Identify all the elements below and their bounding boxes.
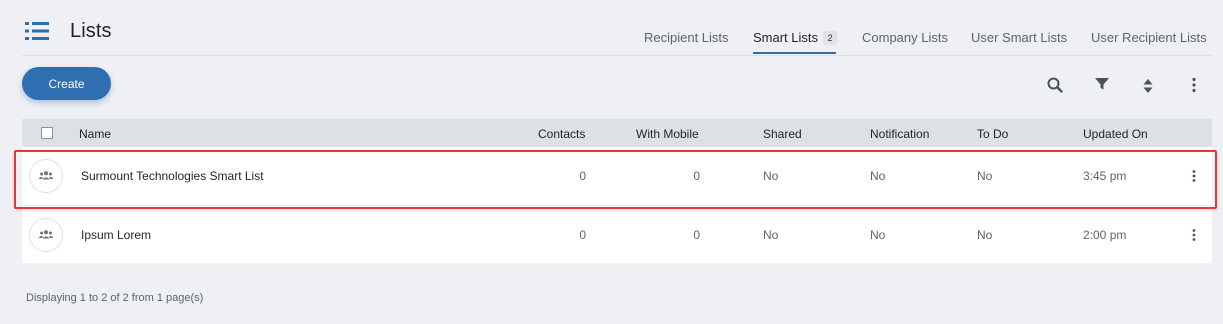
list-name[interactable]: Ipsum Lorem — [81, 228, 151, 242]
column-header-contacts[interactable]: Contacts — [538, 127, 585, 141]
tab-count-badge: 2 — [823, 31, 838, 45]
active-tab-indicator — [753, 52, 836, 54]
contacts-count: 0 — [579, 228, 586, 242]
table-row[interactable]: Surmount Technologies Smart List 0 0 No … — [22, 147, 1212, 205]
search-icon[interactable] — [1046, 76, 1064, 94]
lists-table: Name Contacts With Mobile Shared Notific… — [22, 119, 1212, 263]
with-mobile-count: 0 — [693, 228, 700, 242]
table-header: Name Contacts With Mobile Shared Notific… — [22, 119, 1212, 147]
avatar — [29, 159, 63, 193]
notification-value: No — [870, 169, 886, 183]
with-mobile-count: 0 — [693, 169, 700, 183]
tab-user-smart-lists[interactable]: User Smart Lists — [971, 30, 1067, 45]
column-header-todo[interactable]: To Do — [977, 127, 1008, 141]
list-name[interactable]: Surmount Technologies Smart List — [81, 169, 264, 183]
row-more-icon[interactable] — [1190, 226, 1198, 244]
shared-value: No — [763, 228, 779, 242]
tab-bar: Recipient Lists Smart Lists 2 Company Lis… — [0, 30, 1223, 56]
todo-value: No — [977, 228, 993, 242]
header-divider — [22, 55, 1212, 56]
avatar — [29, 218, 63, 252]
column-header-notification[interactable]: Notification — [870, 127, 929, 141]
notification-value: No — [870, 228, 886, 242]
column-header-shared[interactable]: Shared — [763, 127, 802, 141]
group-icon — [39, 171, 53, 180]
contacts-count: 0 — [579, 169, 586, 183]
group-icon — [39, 230, 53, 239]
tab-user-recipient-lists[interactable]: User Recipient Lists — [1091, 30, 1207, 45]
table-row[interactable]: Ipsum Lorem 0 0 No No No 2:00 pm — [22, 205, 1212, 263]
create-button[interactable]: Create — [22, 67, 111, 100]
pagination-summary: Displaying 1 to 2 of 2 from 1 page(s) — [26, 292, 204, 304]
column-header-name[interactable]: Name — [79, 127, 111, 141]
shared-value: No — [763, 169, 779, 183]
tab-company-lists[interactable]: Company Lists — [862, 30, 948, 45]
filter-icon[interactable] — [1093, 75, 1111, 93]
updated-on-value: 2:00 pm — [1083, 228, 1127, 242]
row-more-icon[interactable] — [1190, 167, 1198, 185]
updated-on-value: 3:45 pm — [1083, 169, 1127, 183]
sort-icon[interactable] — [1139, 77, 1157, 95]
column-header-with-mobile[interactable]: With Mobile — [636, 127, 699, 141]
todo-value: No — [977, 169, 993, 183]
select-all-checkbox[interactable] — [41, 127, 53, 139]
tab-smart-lists-label: Smart Lists — [753, 30, 819, 45]
more-vertical-icon[interactable] — [1185, 76, 1203, 94]
column-header-updated-on[interactable]: Updated On — [1083, 127, 1148, 141]
lists-page: Lists Recipient Lists Smart Lists 2 Compa… — [0, 0, 1223, 324]
page-header: Lists Recipient Lists Smart Lists 2 Compa… — [0, 0, 1223, 56]
tab-smart-lists[interactable]: Smart Lists 2 — [753, 30, 838, 45]
tab-recipient-lists[interactable]: Recipient Lists — [644, 30, 729, 45]
